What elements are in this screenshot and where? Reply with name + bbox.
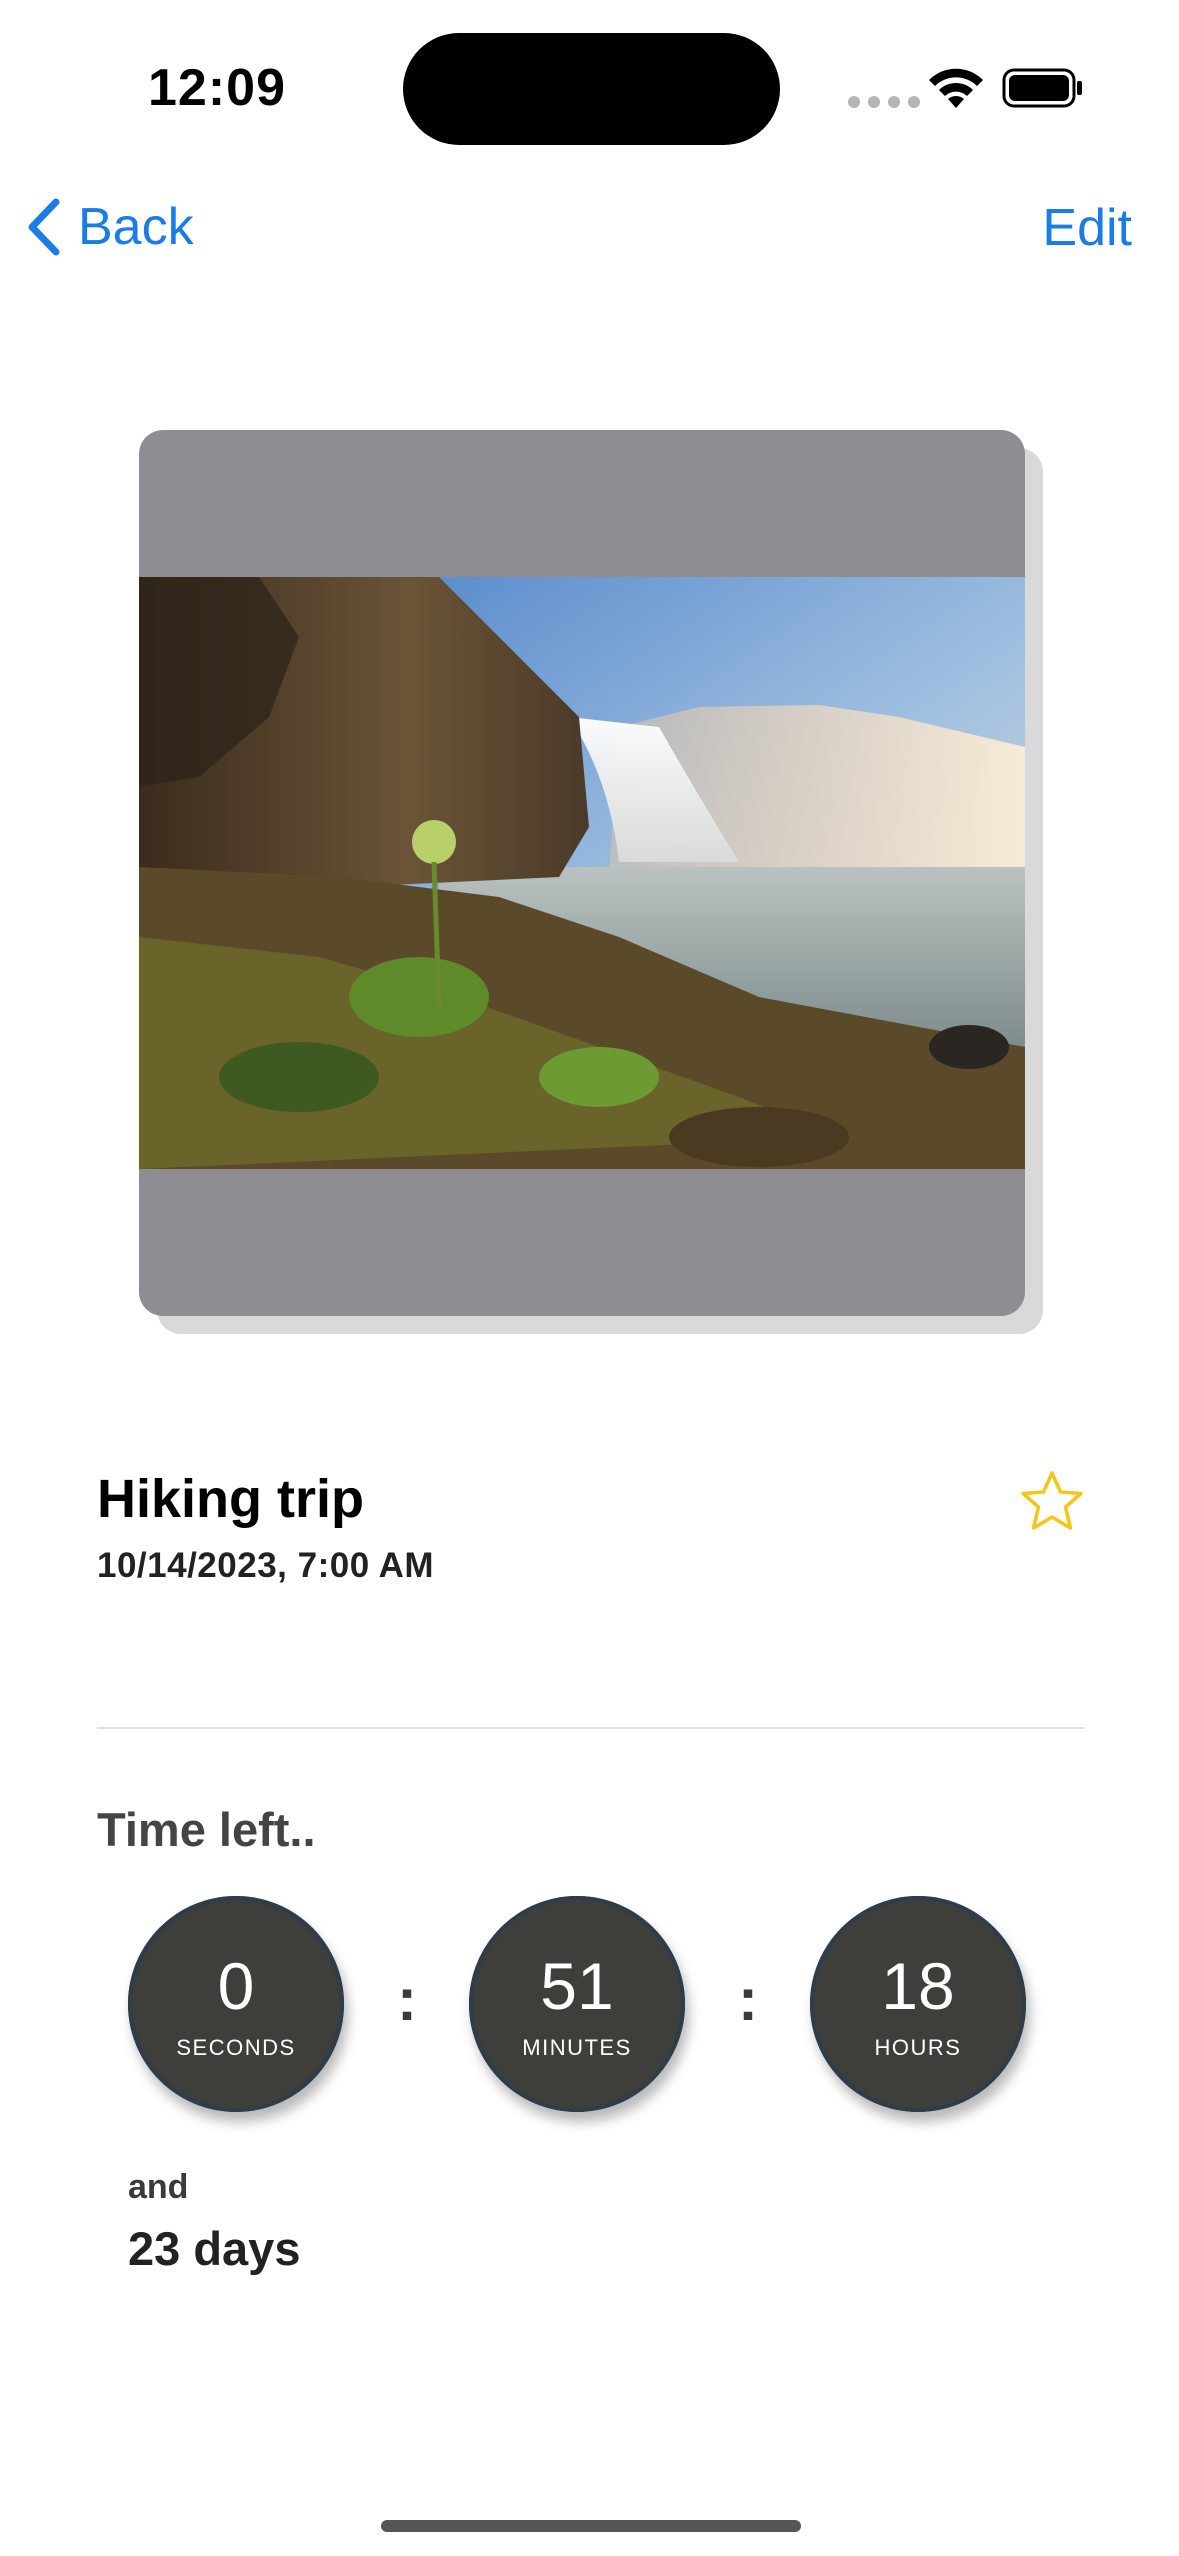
event-image-card[interactable] (139, 430, 1025, 1316)
hours-label: HOURS (874, 2035, 962, 2060)
battery-icon (1002, 68, 1082, 108)
wifi-icon (929, 68, 983, 108)
edit-button[interactable]: Edit (1042, 198, 1132, 258)
back-label: Back (78, 198, 194, 256)
minutes-value: 51 (540, 1949, 614, 2023)
minutes-circle: 51 MINUTES (469, 1896, 685, 2112)
days-remaining: 23 days (128, 2222, 301, 2275)
star-outline-icon[interactable] (1018, 1468, 1086, 1536)
separator: : (397, 1966, 417, 2033)
back-button[interactable]: Back (24, 196, 194, 258)
home-indicator[interactable] (381, 2520, 801, 2532)
event-title: Hiking trip (97, 1469, 364, 1529)
seconds-circle: 0 SECONDS (128, 1896, 344, 2112)
hours-circle: 18 HOURS (810, 1896, 1026, 2112)
hours-value: 18 (881, 1949, 955, 2023)
chevron-left-icon (28, 198, 60, 256)
seconds-value: 0 (217, 1949, 255, 2023)
divider (97, 1727, 1085, 1729)
dynamic-island (403, 33, 780, 145)
separator: : (738, 1966, 758, 2033)
cellular-signal-icon (848, 96, 920, 108)
time-left-heading: Time left.. (97, 1803, 316, 1856)
seconds-label: SECONDS (176, 2035, 296, 2060)
minutes-label: MINUTES (522, 2035, 632, 2060)
event-date: 10/14/2023, 7:00 AM (97, 1546, 435, 1585)
and-label: and (128, 2168, 189, 2206)
waterfall-photo (139, 577, 1025, 1169)
status-time: 12:09 (148, 59, 286, 117)
